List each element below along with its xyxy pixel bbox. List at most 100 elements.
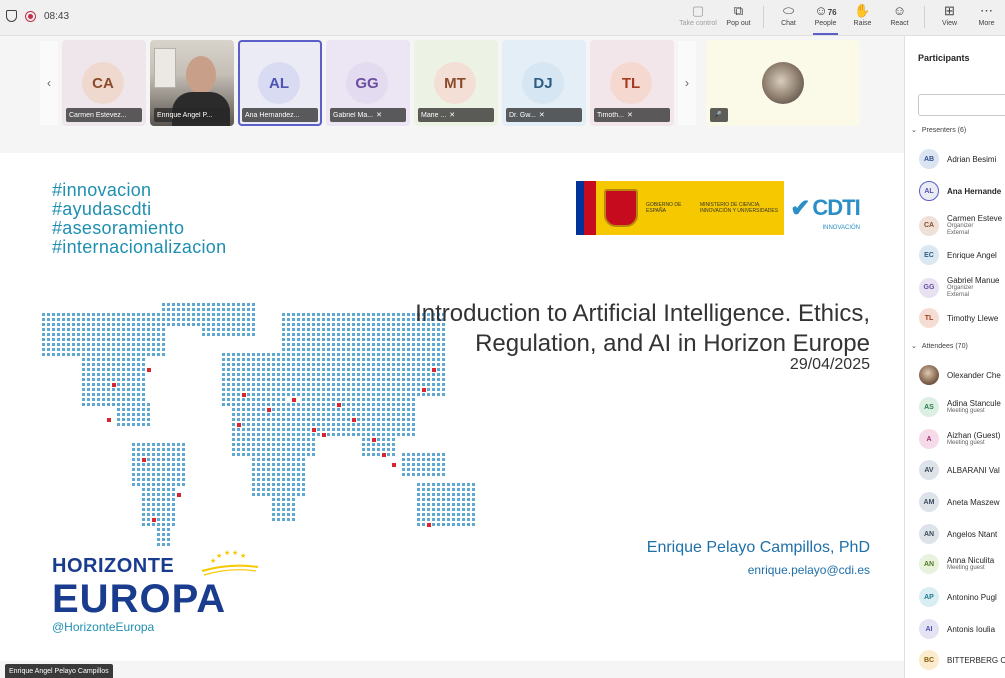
map-dot bbox=[432, 498, 435, 501]
participant-tile[interactable]: CA Carmen Estevez... bbox=[62, 40, 146, 126]
participant-video-tile[interactable]: 🎤 bbox=[706, 40, 860, 126]
map-dot bbox=[142, 473, 145, 476]
map-dot bbox=[417, 373, 420, 376]
map-dot bbox=[292, 518, 295, 521]
map-dot bbox=[427, 458, 430, 461]
map-dot bbox=[147, 408, 150, 411]
map-dot bbox=[287, 438, 290, 441]
participant-row[interactable]: AV ALBARANI Val bbox=[919, 460, 1005, 480]
hashtag: #ayudascdti bbox=[52, 199, 152, 219]
map-dot bbox=[297, 313, 300, 316]
map-dot bbox=[297, 383, 300, 386]
participant-row[interactable]: GG Gabriel Manue Organizer External bbox=[919, 276, 1005, 299]
map-dot bbox=[337, 368, 340, 371]
map-dot bbox=[242, 373, 245, 376]
participant-tile[interactable]: DJ Dr. Gw... ✕ bbox=[502, 40, 586, 126]
map-dot bbox=[362, 313, 365, 316]
map-dot bbox=[442, 378, 445, 381]
map-dot bbox=[342, 348, 345, 351]
map-dot bbox=[402, 393, 405, 396]
map-dot bbox=[347, 333, 350, 336]
map-dot bbox=[272, 463, 275, 466]
participant-row[interactable]: AI Antonis Ioulia bbox=[919, 619, 1005, 639]
participant-row[interactable]: AN Anna Niculita Meeting guest bbox=[919, 554, 1005, 574]
chat-button[interactable]: ⬭ Chat bbox=[770, 2, 807, 34]
more-button[interactable]: ⋯ More bbox=[968, 2, 1005, 34]
map-dot bbox=[227, 333, 230, 336]
map-dot bbox=[267, 398, 270, 401]
map-dot bbox=[427, 453, 430, 456]
participant-row[interactable]: CA Carmen Esteve Organizer External bbox=[919, 214, 1005, 237]
map-dot bbox=[117, 398, 120, 401]
map-dot bbox=[172, 463, 175, 466]
mic-off-icon: ✕ bbox=[376, 112, 382, 119]
map-dot bbox=[447, 523, 450, 526]
map-dot bbox=[407, 373, 410, 376]
map-dot bbox=[387, 423, 390, 426]
map-dot bbox=[422, 473, 425, 476]
participant-tile[interactable]: TL Timoth... ✕ bbox=[590, 40, 674, 126]
map-dot bbox=[137, 458, 140, 461]
participant-row[interactable]: TL Timothy Llewe bbox=[919, 308, 1005, 328]
map-dot bbox=[382, 343, 385, 346]
participant-row[interactable]: AN Angelos Ntant bbox=[919, 524, 1005, 544]
react-button[interactable]: ☺ React bbox=[881, 2, 918, 34]
participant-tile[interactable]: AL Ana Hernandez... bbox=[238, 40, 322, 126]
map-dot bbox=[392, 438, 395, 441]
map-dot bbox=[282, 333, 285, 336]
participant-tile[interactable]: GG Gabriel Ma... ✕ bbox=[326, 40, 410, 126]
map-dot bbox=[242, 318, 245, 321]
map-dot bbox=[472, 508, 475, 511]
map-dot bbox=[317, 318, 320, 321]
participant-tile[interactable]: Enrique Angel P... bbox=[150, 40, 234, 126]
gallery-next-button[interactable]: › bbox=[678, 41, 696, 125]
participant-row[interactable]: BC BITTERBERG C bbox=[919, 650, 1005, 670]
map-dot bbox=[302, 463, 305, 466]
pop-out-button[interactable]: ⧉ Pop out bbox=[720, 2, 757, 34]
map-dot bbox=[322, 398, 325, 401]
map-dot bbox=[457, 513, 460, 516]
map-dot bbox=[452, 488, 455, 491]
map-dot bbox=[422, 503, 425, 506]
participant-row[interactable]: AL Ana Hernande bbox=[919, 181, 1005, 201]
participant-row[interactable]: AB Adrian Besimi bbox=[919, 149, 1005, 169]
map-dot bbox=[282, 493, 285, 496]
map-dot bbox=[112, 353, 115, 356]
map-dot bbox=[247, 313, 250, 316]
take-control-button[interactable]: ▢ Take control bbox=[676, 2, 720, 34]
map-dot bbox=[162, 518, 165, 521]
map-dot bbox=[92, 313, 95, 316]
map-dot bbox=[47, 323, 50, 326]
map-dot bbox=[437, 498, 440, 501]
participant-tile[interactable]: MT Marie ... ✕ bbox=[414, 40, 498, 126]
map-dot bbox=[302, 368, 305, 371]
participant-row[interactable]: A Aizhan (Guest) Meeting guest bbox=[919, 429, 1005, 449]
participant-row[interactable]: AP Antonino Pugl bbox=[919, 587, 1005, 607]
map-dot bbox=[407, 343, 410, 346]
map-dot bbox=[422, 383, 425, 386]
participant-row[interactable]: EC Enrique Angel bbox=[919, 245, 1005, 265]
participant-row[interactable]: AM Aneta Maszew bbox=[919, 492, 1005, 512]
map-dot bbox=[377, 328, 380, 331]
map-dot bbox=[467, 503, 470, 506]
map-dot bbox=[292, 338, 295, 341]
map-dot bbox=[97, 403, 100, 406]
map-dot bbox=[237, 308, 240, 311]
map-dot bbox=[332, 418, 335, 421]
participant-row[interactable]: Olexander Che bbox=[919, 365, 1005, 385]
map-dot bbox=[472, 523, 475, 526]
map-dot bbox=[332, 323, 335, 326]
raise-button[interactable]: ✋ Raise bbox=[844, 2, 881, 34]
presenters-section-toggle[interactable]: ⌄ Presenters (6) bbox=[911, 126, 966, 135]
people-button[interactable]: ☺76 People bbox=[807, 2, 844, 35]
participant-search-input[interactable] bbox=[918, 94, 1005, 116]
map-dot bbox=[152, 353, 155, 356]
view-button[interactable]: ⊞ View bbox=[931, 2, 968, 34]
gallery-prev-button[interactable]: ‹ bbox=[40, 41, 58, 125]
participant-row[interactable]: AS Adina Stancule Meeting guest bbox=[919, 397, 1005, 417]
attendees-section-toggle[interactable]: ⌄ Attendees (70) bbox=[911, 342, 968, 351]
map-dot bbox=[107, 343, 110, 346]
map-dot bbox=[172, 493, 175, 496]
map-dot bbox=[157, 443, 160, 446]
map-dot bbox=[157, 503, 160, 506]
